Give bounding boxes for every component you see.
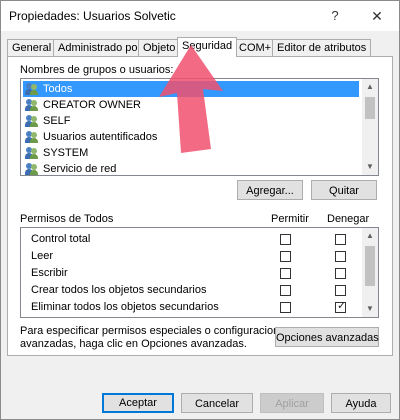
deny-checkbox[interactable]: ✓ xyxy=(335,300,347,313)
tab-general[interactable]: General xyxy=(7,39,57,56)
add-button[interactable]: Agregar... xyxy=(237,180,303,200)
list-item-label: Servicio de red xyxy=(43,163,117,175)
list-item[interactable]: Servicio de red xyxy=(23,161,359,175)
window-title: Propiedades: Usuarios Solvetic xyxy=(9,9,176,23)
deny-checkbox[interactable] xyxy=(335,251,346,262)
deny-checkbox[interactable] xyxy=(335,268,346,279)
deny-checkbox[interactable] xyxy=(335,234,346,245)
users-icon xyxy=(25,99,39,111)
close-icon[interactable]: ✕ xyxy=(363,5,391,27)
permission-name: Control total xyxy=(31,233,91,245)
allow-checkbox[interactable] xyxy=(280,285,291,296)
advanced-help-text-line2: avanzadas, haga clic en Opciones avanzad… xyxy=(20,338,247,350)
users-icon xyxy=(25,131,39,143)
properties-dialog: Propiedades: Usuarios Solvetic ? ✕ Gener… xyxy=(0,0,400,420)
deny-column-header: Denegar xyxy=(327,213,370,225)
title-bar: Propiedades: Usuarios Solvetic ? ✕ xyxy=(1,1,399,31)
permissions-scrollbar[interactable]: ▲ ▼ xyxy=(362,228,378,317)
cancel-button[interactable]: Cancelar xyxy=(181,393,253,413)
permission-row: Escribir xyxy=(21,265,361,281)
pointer-arrow-icon xyxy=(159,45,223,153)
scroll-up-icon[interactable]: ▲ xyxy=(362,79,378,95)
checkmark-icon: ✓ xyxy=(337,300,347,312)
list-item-label: SYSTEM xyxy=(43,147,89,159)
tab-editor-de-atributos[interactable]: Editor de atributos xyxy=(272,39,372,56)
permissions-list: Control total Leer Escribir Crear todos … xyxy=(20,227,379,318)
scroll-down-icon[interactable]: ▼ xyxy=(362,159,378,175)
advanced-help-text-line1: Para especificar permisos especiales o c… xyxy=(20,325,291,337)
list-item-label: SELF xyxy=(43,115,71,127)
scroll-thumb[interactable] xyxy=(365,97,375,119)
apply-button[interactable]: Aplicar xyxy=(260,393,324,413)
scroll-thumb[interactable] xyxy=(365,246,375,286)
permission-name: Leer xyxy=(31,250,54,262)
permission-row: Eliminar todos los objetos secundarios ✓ xyxy=(21,299,361,315)
permission-row: Control total xyxy=(21,231,361,247)
tab-com-plus[interactable]: COM+ xyxy=(234,39,277,56)
permission-row: Leer xyxy=(21,248,361,264)
advanced-options-button[interactable]: Opciones avanzadas xyxy=(275,327,379,347)
allow-checkbox[interactable] xyxy=(280,268,291,279)
allow-checkbox[interactable] xyxy=(280,302,291,313)
permissions-header: Permisos de Todos xyxy=(20,213,114,225)
remove-button[interactable]: Quitar xyxy=(311,180,377,200)
scroll-down-icon[interactable]: ▼ xyxy=(362,301,378,317)
users-icon xyxy=(25,83,39,95)
permission-name: Escribir xyxy=(31,267,68,279)
list-item-label: Usuarios autentificados xyxy=(43,131,158,143)
scroll-up-icon[interactable]: ▲ xyxy=(362,228,378,244)
users-icon xyxy=(25,147,39,159)
permission-row: Crear todos los objetos secundarios xyxy=(21,282,361,298)
help-button[interactable]: Ayuda xyxy=(331,393,391,413)
allow-column-header: Permitir xyxy=(271,213,309,225)
help-icon[interactable]: ? xyxy=(323,5,347,27)
permission-name: Crear todos los objetos secundarios xyxy=(31,284,207,296)
allow-checkbox[interactable] xyxy=(280,234,291,245)
groups-scrollbar[interactable]: ▲ ▼ xyxy=(362,79,378,175)
users-icon xyxy=(25,163,39,175)
deny-checkbox[interactable] xyxy=(335,285,346,296)
users-icon xyxy=(25,115,39,127)
allow-checkbox[interactable] xyxy=(280,251,291,262)
list-item-label: Todos xyxy=(43,83,73,95)
ok-button[interactable]: Aceptar xyxy=(102,393,174,413)
permission-name: Eliminar todos los objetos secundarios xyxy=(31,301,219,313)
tab-administrado-por[interactable]: Administrado por xyxy=(53,39,147,56)
list-item-label: CREATOR OWNER xyxy=(43,99,141,111)
